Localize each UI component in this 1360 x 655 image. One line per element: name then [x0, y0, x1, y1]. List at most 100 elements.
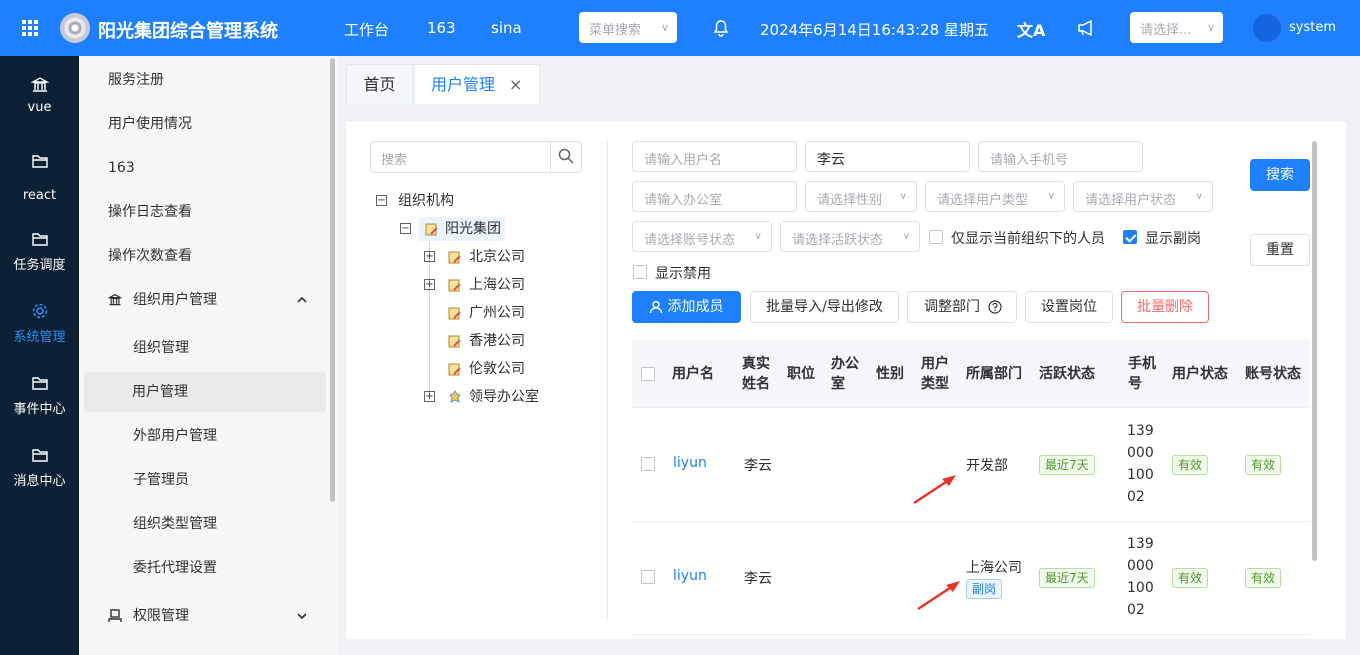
sidebar-item-system-mgmt[interactable]: 系统管理: [0, 302, 79, 345]
nav-sina[interactable]: sina: [491, 19, 522, 37]
expand-toggle-icon[interactable]: +: [424, 391, 435, 402]
set-post-button[interactable]: 设置岗位: [1025, 291, 1113, 323]
submenu-item-user-usage[interactable]: 用户使用情况: [79, 104, 326, 144]
add-member-label: 添加成员: [667, 299, 724, 315]
reset-button[interactable]: 重置: [1250, 234, 1310, 266]
tree-node-london[interactable]: 伦敦公司: [469, 357, 525, 381]
submenu-group-permission[interactable]: 权限管理: [79, 596, 326, 636]
col-accountstatus: 账号状态: [1245, 366, 1301, 382]
col-userstatus: 用户状态: [1172, 366, 1228, 382]
bell-icon[interactable]: [712, 19, 730, 37]
collapse-toggle-icon[interactable]: −: [400, 223, 411, 234]
col-office: 办公 室: [831, 356, 859, 392]
chevron-up-icon: [297, 296, 307, 303]
sub-menu: 服务注册 用户使用情况 163 操作日志查看 操作次数查看 组织用户管理 组织管…: [79, 56, 338, 655]
gender-select[interactable]: 请选择性别 ∨: [805, 181, 917, 212]
activity-tag: 最近7天: [1039, 568, 1095, 588]
row-checkbox[interactable]: [641, 457, 655, 471]
submenu-scrollbar[interactable]: [330, 58, 335, 502]
select-all-checkbox[interactable]: [641, 367, 655, 381]
only-current-checkbox[interactable]: [929, 230, 943, 244]
office-input[interactable]: 请输入办公室: [632, 181, 797, 212]
show-secondary-checkbox[interactable]: [1123, 230, 1137, 244]
sidebar-item-react[interactable]: react: [0, 152, 79, 203]
tree-node-guangzhou[interactable]: 广州公司: [469, 301, 525, 325]
tree-node-leader-office[interactable]: 领导办公室: [469, 385, 539, 409]
submenu-item-service-register[interactable]: 服务注册: [79, 60, 326, 100]
submenu-group-label: 组织用户管理: [133, 292, 217, 308]
user-status-tag: 有效: [1172, 455, 1209, 475]
tree-node-hongkong[interactable]: 香港公司: [469, 329, 525, 353]
username-input[interactable]: 请输入用户名: [632, 141, 797, 172]
phone-cell: 139 000 100 02: [1127, 533, 1154, 621]
sidebar-item-vue[interactable]: vue: [0, 76, 79, 115]
username-link[interactable]: liyun: [673, 568, 707, 584]
nav-workbench[interactable]: 工作台: [344, 19, 389, 40]
activity-select[interactable]: 请选择活跃状态 ∨: [780, 221, 920, 252]
tree-search-button[interactable]: [550, 142, 581, 172]
collapse-toggle-icon[interactable]: −: [376, 195, 387, 206]
submenu-item-oplog[interactable]: 操作日志查看: [79, 192, 326, 232]
apps-grid-icon[interactable]: [20, 18, 40, 38]
org-select[interactable]: 请选择... ∨: [1130, 12, 1223, 43]
submenu-item-org-mgmt[interactable]: 组织管理: [79, 328, 326, 368]
userstatus-select[interactable]: 请选择用户状态 ∨: [1073, 181, 1213, 212]
bank-icon: [108, 293, 122, 306]
batch-delete-button[interactable]: 批量删除: [1121, 291, 1209, 323]
top-bar: 阳光集团综合管理系统 工作台 163 sina 菜单搜索 ∨ 2024年6月14日…: [0, 0, 1360, 56]
show-disabled-checkbox[interactable]: [633, 265, 647, 279]
row-checkbox[interactable]: [641, 570, 655, 584]
close-icon[interactable]: ×: [509, 65, 522, 105]
tree-node-beijing[interactable]: 北京公司: [469, 245, 525, 269]
accountstatus-select[interactable]: 请选择账号状态 ∨: [632, 221, 772, 252]
tree-node-group[interactable]: 阳光集团: [419, 217, 505, 241]
megaphone-icon[interactable]: [1076, 19, 1096, 37]
submenu-item-org-type[interactable]: 组织类型管理: [79, 504, 326, 544]
expand-toggle-icon[interactable]: +: [424, 251, 435, 262]
username-label[interactable]: system: [1289, 20, 1336, 35]
tab-home[interactable]: 首页: [346, 64, 413, 104]
realname-input[interactable]: 李云: [805, 141, 970, 172]
col-gender: 性别: [876, 366, 904, 382]
submenu-item-delegation[interactable]: 委托代理设置: [79, 548, 326, 588]
submenu-group-org-user[interactable]: 组织用户管理: [79, 280, 326, 320]
tab-user-mgmt[interactable]: 用户管理 ×: [414, 64, 540, 104]
sidebar-item-event-center[interactable]: 事件中心: [0, 374, 79, 417]
submenu-item-external-user[interactable]: 外部用户管理: [79, 416, 326, 456]
username-link[interactable]: liyun: [673, 455, 707, 471]
translate-icon[interactable]: 文A: [1017, 17, 1045, 41]
submenu-item-163[interactable]: 163: [79, 148, 326, 188]
chevron-down-icon: ∨: [1047, 191, 1055, 202]
table-scrollbar[interactable]: [1312, 141, 1317, 561]
user-status-tag: 有效: [1172, 568, 1209, 588]
adjust-dept-button[interactable]: 调整部门: [907, 291, 1017, 323]
office-icon: [449, 390, 461, 403]
submenu-item-user-mgmt[interactable]: 用户管理: [84, 372, 326, 412]
tab-user-mgmt-label: 用户管理: [431, 75, 496, 94]
add-member-button[interactable]: 添加成员: [632, 291, 741, 323]
sidebar-item-message-center[interactable]: 消息中心: [0, 446, 79, 489]
usertype-select[interactable]: 请选择用户类型 ∨: [925, 181, 1065, 212]
sidebar-label-message: 消息中心: [13, 474, 66, 489]
search-button[interactable]: 搜索: [1250, 159, 1310, 191]
show-secondary-label: 显示副岗: [1145, 231, 1201, 247]
table-row[interactable]: liyun 李云 上海公司 副岗 最近7天 139 000 100 02 有效 …: [632, 522, 1310, 635]
tree-node-root[interactable]: 组织机构: [398, 189, 454, 213]
batch-import-button[interactable]: 批量导入/导出修改: [750, 291, 899, 323]
avatar[interactable]: [1253, 14, 1281, 42]
table-row[interactable]: liyun 李云 开发部 最近7天 139 000 100 02 有效 有效: [632, 409, 1310, 522]
phone-part: 100: [1127, 467, 1154, 483]
menu-search-select[interactable]: 菜单搜索 ∨: [579, 12, 677, 43]
tree-node-shanghai[interactable]: 上海公司: [469, 273, 525, 297]
nav-163[interactable]: 163: [427, 19, 456, 37]
sidebar-label-task: 任务调度: [13, 258, 66, 273]
usertype-select-placeholder: 请选择用户类型: [937, 193, 1029, 208]
expand-toggle-icon[interactable]: +: [424, 279, 435, 290]
org-folder-icon: [448, 251, 461, 264]
phone-part: 02: [1127, 602, 1145, 618]
submenu-item-sub-admin[interactable]: 子管理员: [79, 460, 326, 500]
phone-input[interactable]: 请输入手机号: [978, 141, 1143, 172]
tree-search-input[interactable]: 搜索: [370, 141, 582, 173]
submenu-item-opcount[interactable]: 操作次数查看: [79, 236, 326, 276]
sidebar-item-task-schedule[interactable]: 任务调度: [0, 230, 79, 273]
